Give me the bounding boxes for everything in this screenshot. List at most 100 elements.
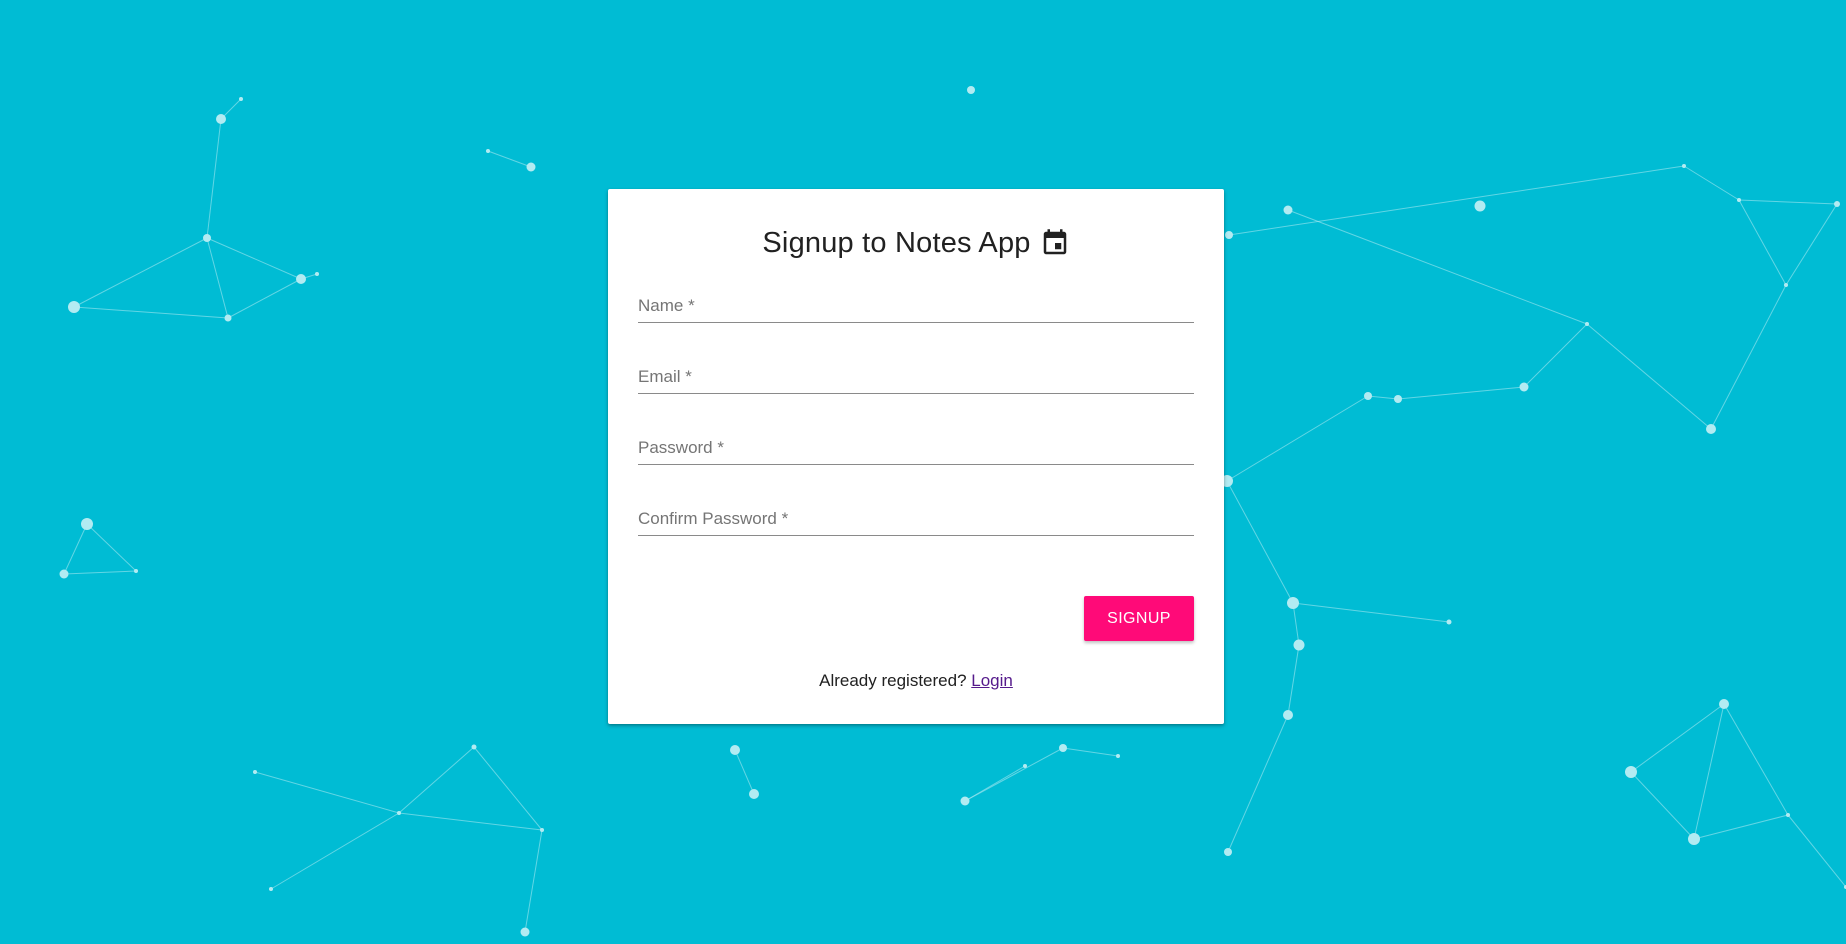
particle-link xyxy=(206,237,302,280)
particle-dot xyxy=(397,811,401,815)
email-input[interactable] xyxy=(638,353,1198,395)
particle-dot xyxy=(1719,699,1729,709)
particle-link xyxy=(270,812,400,890)
particle-link xyxy=(1523,323,1588,388)
particle-link xyxy=(398,812,543,831)
particle-dot xyxy=(1023,764,1027,768)
signup-card: Signup to Notes App Name * Email * Passw… xyxy=(608,189,1224,724)
particle-link xyxy=(1586,323,1712,430)
title-row: Signup to Notes App xyxy=(608,223,1224,263)
login-prompt-text: Already registered? xyxy=(819,671,967,690)
particle-dot xyxy=(1474,200,1486,212)
particle-link xyxy=(964,747,1064,802)
particle-link xyxy=(1630,703,1725,773)
particle-link xyxy=(1226,480,1294,604)
particle-link xyxy=(1287,209,1588,325)
particle-dot xyxy=(486,149,490,153)
name-input[interactable] xyxy=(638,282,1198,324)
particle-link xyxy=(964,765,1026,802)
particle-dot xyxy=(526,162,536,172)
particle-dot xyxy=(1585,322,1589,326)
login-prompt: Already registered? Login xyxy=(608,671,1224,691)
password-input[interactable] xyxy=(638,424,1198,466)
calendar-icon xyxy=(1040,228,1070,258)
particle-link xyxy=(1630,771,1695,840)
particle-dot xyxy=(239,97,243,101)
particle-link xyxy=(254,771,400,814)
particle-link xyxy=(1397,386,1525,400)
particle-dot xyxy=(253,770,257,774)
particle-dot xyxy=(1059,744,1067,752)
particle-link xyxy=(1710,284,1787,430)
particle-link xyxy=(1292,602,1450,623)
particle-dot xyxy=(81,518,93,530)
particle-dot xyxy=(224,314,232,322)
particle-link xyxy=(206,118,222,239)
particle-link xyxy=(1062,747,1119,757)
particle-dot xyxy=(730,745,740,755)
particle-dot xyxy=(1283,710,1293,720)
particle-link xyxy=(1738,199,1838,205)
particle-link xyxy=(1287,644,1300,716)
particle-dot xyxy=(59,569,69,579)
particle-dot xyxy=(1224,848,1232,856)
password-field[interactable]: Password * xyxy=(638,424,1198,466)
confirm-password-input[interactable] xyxy=(638,495,1198,537)
particle-dot xyxy=(216,114,226,124)
particle-dot xyxy=(1682,164,1686,168)
particle-dot xyxy=(1786,813,1790,817)
particle-dot xyxy=(967,86,975,94)
signup-button[interactable]: SIGNUP xyxy=(1084,596,1194,641)
confirm-password-field[interactable]: Confirm Password * xyxy=(638,495,1198,537)
particle-link xyxy=(487,150,532,168)
particle-dot xyxy=(134,569,138,573)
particle-dot xyxy=(1364,392,1372,400)
particle-link xyxy=(1787,814,1846,888)
particle-dot xyxy=(540,828,544,832)
particle-link xyxy=(1785,203,1838,286)
particle-link xyxy=(86,523,137,572)
particle-dot xyxy=(1519,382,1529,392)
particle-link xyxy=(524,829,543,933)
page-title: Signup to Notes App xyxy=(762,226,1031,259)
login-link[interactable]: Login xyxy=(971,671,1013,690)
particle-dot xyxy=(315,272,319,276)
particle-link xyxy=(1693,703,1725,840)
particle-link xyxy=(227,278,302,319)
particle-dot xyxy=(471,744,477,750)
particle-link xyxy=(63,570,137,575)
particle-dot xyxy=(1784,283,1788,287)
particle-link xyxy=(473,746,543,831)
particle-link xyxy=(1367,395,1399,400)
particle-link xyxy=(1738,199,1787,286)
name-field[interactable]: Name * xyxy=(638,282,1198,324)
particle-dot xyxy=(1625,766,1637,778)
particle-dot xyxy=(1293,639,1305,651)
particle-link xyxy=(1227,714,1289,853)
particle-dot xyxy=(1688,833,1700,845)
particle-dot xyxy=(749,789,759,799)
particle-link xyxy=(73,237,208,308)
particle-dot xyxy=(1834,201,1840,207)
particle-dot xyxy=(1737,198,1741,202)
particle-dot xyxy=(1446,619,1452,625)
particle-dot xyxy=(296,274,306,284)
particle-link xyxy=(1723,703,1789,816)
particle-link xyxy=(1292,602,1300,646)
particle-link xyxy=(1693,814,1789,840)
particle-dot xyxy=(1116,754,1120,758)
particle-dot xyxy=(269,887,273,891)
particle-dot xyxy=(1287,597,1299,609)
particle-dot xyxy=(520,927,530,937)
particle-dot xyxy=(1706,424,1716,434)
particle-link xyxy=(1226,395,1369,482)
particle-dot xyxy=(203,234,211,242)
particle-dot xyxy=(68,301,80,313)
email-field[interactable]: Email * xyxy=(638,353,1198,395)
particle-dot xyxy=(1394,395,1402,403)
particle-link xyxy=(63,523,88,575)
particle-link xyxy=(73,306,229,319)
particle-link xyxy=(1228,165,1685,236)
particle-dot xyxy=(960,796,970,806)
particle-dot xyxy=(1283,205,1293,215)
